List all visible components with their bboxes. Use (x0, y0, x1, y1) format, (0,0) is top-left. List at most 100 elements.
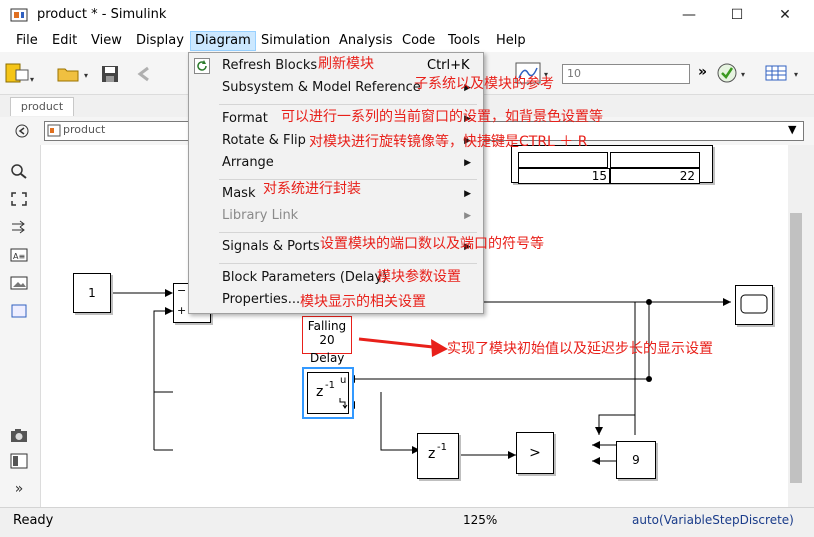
annotation-subsystem: 子系统以及模块的参考 (414, 76, 554, 92)
menu-item-refresh-blocks[interactable]: Refresh Blocks (222, 58, 317, 73)
display-cell-1 (518, 152, 608, 168)
menu-item-subsystem-model-reference[interactable]: Subsystem & Model Reference (222, 80, 421, 95)
annotation-mask: 对系统进行封装 (263, 181, 361, 197)
scope-block[interactable] (735, 285, 773, 325)
annotation-refresh-blocks: 刷新模块 (318, 56, 374, 72)
zoom-level: 125% (463, 513, 498, 527)
zoom-icon[interactable] (10, 163, 28, 179)
model-advisor-check-icon[interactable]: ▾ (716, 62, 750, 84)
tab-product[interactable]: product (10, 97, 74, 116)
menu-item-library-link: Library Link (222, 208, 299, 223)
expand-palette-icon[interactable]: » (10, 481, 28, 497)
svg-text:▾: ▾ (794, 70, 798, 79)
submenu-arrow-icon: ▶ (464, 158, 471, 168)
left-palette: A≡ » (0, 145, 41, 507)
status-text: Ready (13, 513, 54, 528)
annotation-signals-ports: 设置模块的端口数以及端口的符号等 (320, 236, 544, 252)
menu-view[interactable]: View (87, 32, 126, 50)
delay-block[interactable]: z -1 u (302, 367, 354, 419)
new-model-icon[interactable]: ▾ (4, 62, 34, 84)
delay-reset-falling-icon (339, 398, 348, 409)
menu-analysis[interactable]: Analysis (335, 32, 397, 50)
window-title: product * - Simulink (37, 7, 167, 22)
menu-simulation[interactable]: Simulation (257, 32, 334, 50)
menu-bar: File Edit View Display Diagram Simulatio… (0, 30, 814, 52)
sum-sign-plus: + (177, 304, 187, 317)
unit-delay-block[interactable]: z -1 (417, 433, 459, 479)
menu-edit[interactable]: Edit (48, 32, 81, 50)
submenu-arrow-icon: ▶ (464, 189, 471, 199)
build-grid-icon[interactable]: ▾ (764, 62, 804, 84)
path-dropdown-icon[interactable]: ▼ (788, 123, 796, 136)
minimize-button[interactable]: — (666, 0, 712, 30)
menu-file[interactable]: File (12, 32, 42, 50)
delay-exponent: -1 (325, 380, 335, 391)
model-browser-icon[interactable] (10, 453, 28, 469)
menu-item-format[interactable]: Format (222, 111, 268, 126)
sum-sign-minus: − (177, 284, 187, 297)
signal-route-icon[interactable] (10, 219, 28, 235)
falling-value: 20 (319, 333, 335, 347)
simulink-logo-icon (10, 8, 28, 22)
close-button[interactable]: ✕ (762, 0, 808, 30)
svg-text:▾: ▾ (30, 75, 34, 84)
constant-block-9[interactable]: 9 (616, 441, 656, 479)
annotation-properties: 模块显示的相关设置 (300, 294, 426, 310)
solver-info[interactable]: auto(VariableStepDiscrete) (632, 513, 794, 527)
menu-item-properties[interactable]: Properties... (222, 292, 300, 307)
unit-delay-exponent: -1 (437, 442, 447, 453)
annotation-block-parameters: 模块参数设置 (377, 269, 461, 285)
menu-item-arrange[interactable]: Arrange (222, 155, 274, 170)
menu-diagram[interactable]: Diagram (190, 31, 256, 51)
falling-parameter-label: Falling 20 (302, 316, 352, 354)
save-icon[interactable] (100, 64, 120, 84)
more-chevron-icon[interactable]: » (698, 64, 707, 80)
annotation-icon[interactable]: A≡ (10, 247, 28, 263)
hide-show-browser-icon[interactable] (14, 123, 30, 139)
delay-port-u-label: u (340, 375, 347, 386)
status-bar: Ready 125% auto(VariableStepDiscrete) (0, 507, 814, 537)
screenshot-camera-icon[interactable] (10, 427, 28, 443)
annotation-rotate-flip: 对模块进行旋转镜像等，快捷键是CTRL ＋ R (309, 134, 588, 150)
display-value-2: 22 (610, 168, 700, 184)
open-folder-icon[interactable]: ▾ (56, 64, 92, 84)
menu-help[interactable]: Help (492, 32, 530, 50)
falling-text: Falling (307, 319, 347, 333)
refresh-shortcut: Ctrl+K (427, 58, 470, 73)
svg-text:▾: ▾ (741, 70, 745, 79)
unit-delay-symbol: z (428, 446, 436, 462)
relational-operator-block[interactable]: > (516, 432, 554, 474)
annotation-format: 可以进行一系列的当前窗口的设置，如背景色设置等 (281, 109, 603, 125)
submenu-arrow-icon: ▶ (464, 211, 471, 221)
constant-block-1[interactable]: 1 (73, 273, 111, 313)
menu-item-rotate-flip[interactable]: Rotate & Flip (222, 133, 306, 148)
menu-tools[interactable]: Tools (444, 32, 484, 50)
fit-to-view-icon[interactable] (10, 191, 28, 207)
scope-screen-icon (740, 294, 768, 314)
menu-code[interactable]: Code (398, 32, 439, 50)
display-cell-2 (610, 152, 700, 168)
delay-symbol: z (316, 384, 324, 400)
menu-separator (219, 104, 477, 105)
menu-item-signals-ports[interactable]: Signals & Ports (222, 239, 320, 254)
image-icon[interactable] (10, 275, 28, 291)
scrollbar-thumb[interactable] (790, 213, 802, 483)
model-path-text: product (63, 123, 106, 136)
stop-time-input[interactable]: 10 (562, 64, 690, 84)
menu-separator (219, 263, 477, 264)
menu-item-mask[interactable]: Mask (222, 186, 255, 201)
delay-block-name: Delay (310, 351, 345, 365)
menu-display[interactable]: Display (132, 32, 188, 50)
stop-time-value: 10 (567, 67, 581, 80)
display-value-1: 15 (518, 168, 610, 184)
title-bar: product * - Simulink — ☐ ✕ (0, 0, 814, 30)
delay-annotation: 实现了模块初始值以及延迟步长的显示设置 (447, 341, 713, 357)
area-icon[interactable] (10, 303, 28, 319)
svg-text:▾: ▾ (84, 71, 88, 80)
svg-text:A≡: A≡ (13, 252, 25, 261)
back-icon[interactable] (134, 64, 156, 84)
refresh-icon (194, 58, 210, 74)
maximize-button[interactable]: ☐ (714, 0, 760, 30)
model-icon (47, 124, 61, 137)
menu-item-block-parameters[interactable]: Block Parameters (Delay) (222, 270, 387, 285)
